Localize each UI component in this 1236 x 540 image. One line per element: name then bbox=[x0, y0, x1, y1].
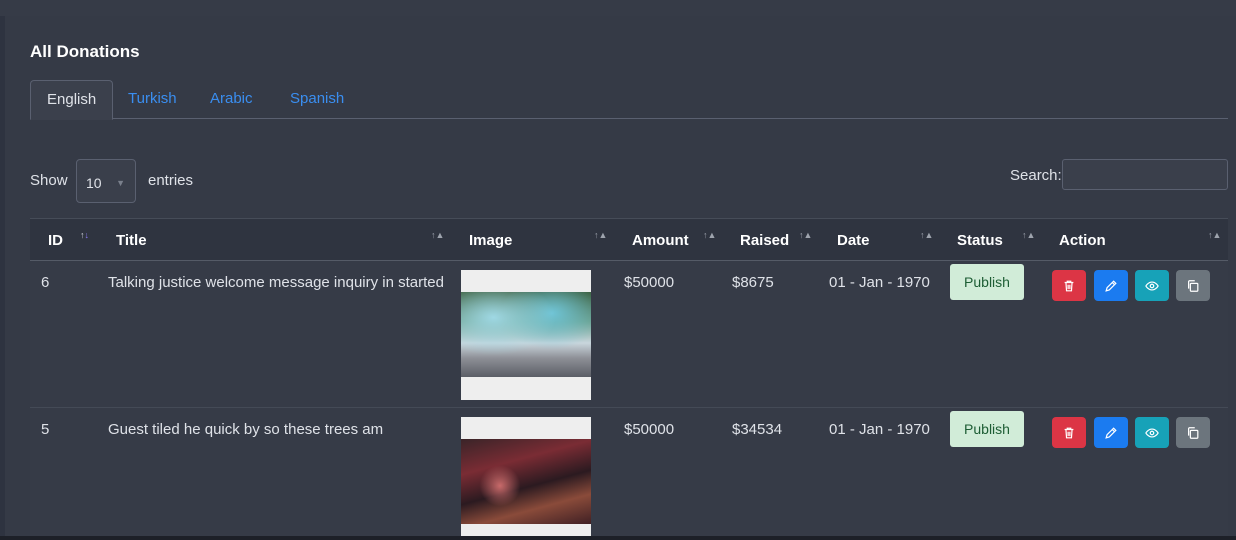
column-header-id[interactable]: ID bbox=[48, 232, 63, 249]
column-header-status[interactable]: Status bbox=[957, 232, 1003, 249]
sort-icon[interactable]: ↑▲ bbox=[703, 231, 717, 240]
table-header: ID ↑↓ Title ↑▲ Image ↑▲ Amount ↑▲ Raised… bbox=[30, 218, 1228, 261]
chevron-down-icon: ▼ bbox=[116, 178, 125, 188]
eye-icon bbox=[1145, 281, 1159, 291]
search-input[interactable] bbox=[1062, 159, 1228, 190]
delete-button[interactable] bbox=[1052, 270, 1086, 301]
row-title: Talking justice welcome message inquiry … bbox=[108, 274, 444, 291]
column-header-action[interactable]: Action bbox=[1059, 232, 1106, 249]
delete-button[interactable] bbox=[1052, 417, 1086, 448]
entries-select[interactable]: 10 ▼ bbox=[76, 159, 136, 203]
donations-table: ID ↑↓ Title ↑▲ Image ↑▲ Amount ↑▲ Raised… bbox=[30, 218, 1228, 540]
view-button[interactable] bbox=[1135, 417, 1169, 448]
copy-icon bbox=[1188, 426, 1199, 439]
trash-icon bbox=[1064, 280, 1074, 291]
row-date: 01 - Jan - 1970 bbox=[829, 274, 930, 291]
tab-english[interactable]: English bbox=[30, 80, 114, 120]
copy-icon bbox=[1188, 279, 1199, 292]
top-bar bbox=[0, 0, 1236, 16]
search-label: Search: bbox=[1010, 167, 1062, 184]
pencil-icon bbox=[1105, 279, 1117, 292]
sort-icon[interactable]: ↑▲ bbox=[594, 231, 608, 240]
column-header-title[interactable]: Title bbox=[116, 232, 147, 249]
column-header-amount[interactable]: Amount bbox=[632, 232, 689, 249]
row-date: 01 - Jan - 1970 bbox=[829, 421, 930, 438]
row-amount: $50000 bbox=[624, 274, 675, 291]
edit-button[interactable] bbox=[1094, 417, 1128, 448]
publish-button[interactable]: Publish bbox=[950, 411, 1024, 447]
sort-icon[interactable]: ↑▲ bbox=[920, 231, 934, 240]
sort-icon[interactable]: ↑▲ bbox=[1022, 231, 1036, 240]
donations-card: All Donations English Turkish Arabic Spa… bbox=[5, 16, 1236, 540]
language-tabs: English Turkish Arabic Spanish bbox=[30, 80, 1228, 120]
sort-icon[interactable]: ↑▲ bbox=[431, 231, 445, 240]
tab-arabic[interactable]: Arabic bbox=[194, 80, 269, 119]
row-id: 5 bbox=[41, 421, 50, 438]
publish-button[interactable]: Publish bbox=[950, 264, 1024, 300]
donation-image bbox=[461, 417, 591, 540]
tab-turkish[interactable]: Turkish bbox=[112, 80, 193, 119]
crowd-festival-photo bbox=[461, 292, 591, 377]
column-header-raised[interactable]: Raised bbox=[740, 232, 789, 249]
column-header-date[interactable]: Date bbox=[837, 232, 870, 249]
row-amount: $50000 bbox=[624, 421, 675, 438]
row-id: 6 bbox=[41, 274, 50, 291]
pencil-icon bbox=[1105, 426, 1117, 439]
page-title: All Donations bbox=[30, 42, 140, 61]
entries-label: entries bbox=[148, 172, 194, 189]
bottom-edge bbox=[0, 536, 1236, 540]
copy-button[interactable] bbox=[1176, 417, 1210, 448]
view-button[interactable] bbox=[1135, 270, 1169, 301]
tab-spanish[interactable]: Spanish bbox=[274, 80, 360, 119]
table-row: 5 Guest tiled he quick by so these trees… bbox=[30, 408, 1228, 540]
auditorium-audience-photo bbox=[461, 439, 591, 524]
row-raised: $34534 bbox=[732, 421, 783, 438]
donation-image bbox=[461, 270, 591, 400]
trash-icon bbox=[1064, 427, 1074, 438]
sort-icon[interactable]: ↑▲ bbox=[1208, 231, 1222, 240]
copy-button[interactable] bbox=[1176, 270, 1210, 301]
sort-icon[interactable]: ↑↓ bbox=[80, 231, 94, 240]
eye-icon bbox=[1145, 428, 1159, 438]
show-label: Show bbox=[30, 172, 68, 189]
sort-icon[interactable]: ↑▲ bbox=[799, 231, 813, 240]
table-row: 6 Talking justice welcome message inquir… bbox=[30, 261, 1228, 408]
edit-button[interactable] bbox=[1094, 270, 1128, 301]
row-title: Guest tiled he quick by so these trees a… bbox=[108, 421, 384, 438]
entries-select-value: 10 bbox=[86, 175, 102, 191]
column-header-image[interactable]: Image bbox=[469, 232, 512, 249]
row-raised: $8675 bbox=[732, 274, 774, 291]
